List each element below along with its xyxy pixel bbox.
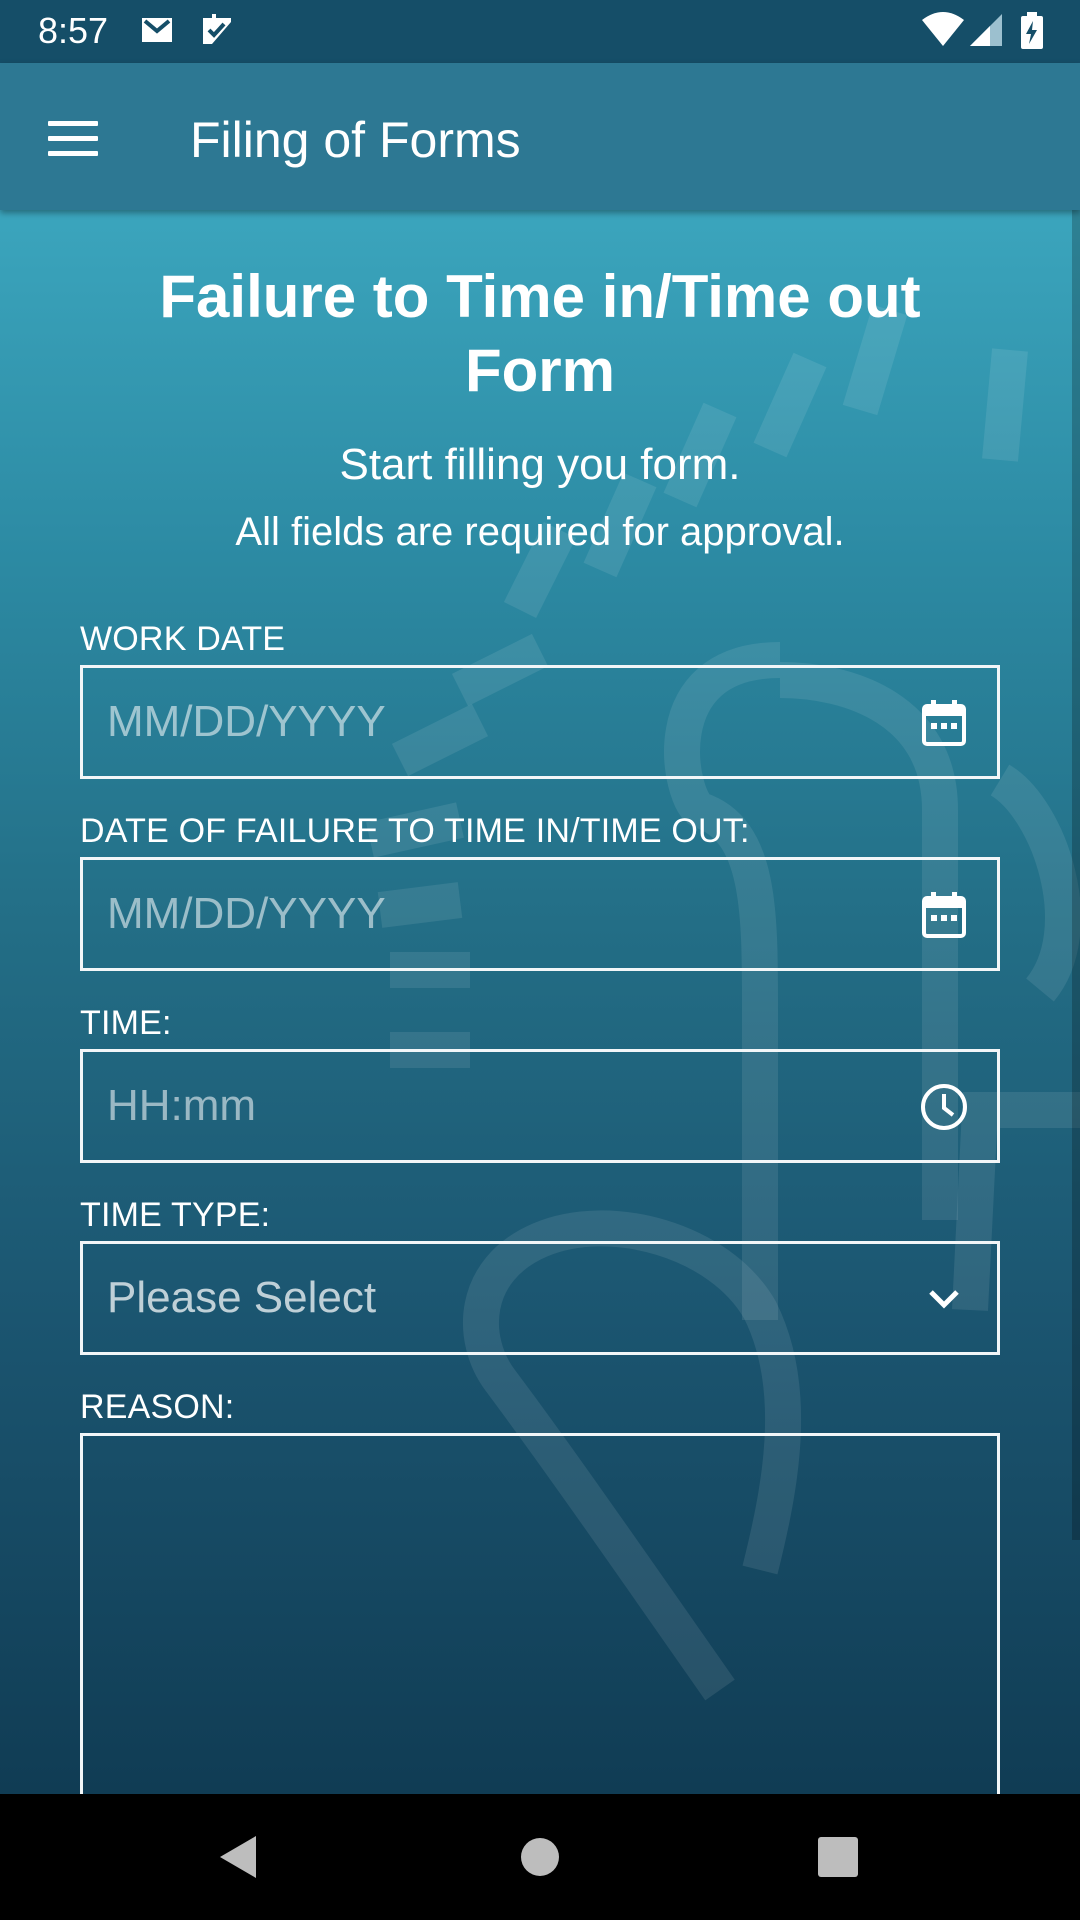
time-type-selected-value: Please Select (107, 1273, 377, 1322)
checkmark-notification-icon (203, 14, 231, 44)
app-bar: Filing of Forms (0, 63, 1080, 210)
chevron-down-icon[interactable] (919, 1274, 969, 1324)
work-date-label: WORK DATE (80, 620, 286, 658)
reason-label: REASON: (80, 1388, 235, 1426)
recents-square-icon[interactable] (813, 1832, 863, 1882)
hamburger-menu-icon[interactable] (32, 103, 112, 173)
failure-date-placeholder: MM/DD/YYYY (107, 889, 386, 938)
time-field[interactable]: HH:mm (80, 1049, 1000, 1163)
time-label: TIME: (80, 1004, 172, 1042)
status-bar: 8:57 (0, 0, 1080, 63)
home-circle-icon[interactable] (515, 1832, 565, 1882)
scrollbar[interactable] (1072, 210, 1080, 1540)
form-subtitle: Start filling you form. (339, 440, 741, 489)
navigation-bar (0, 1794, 1080, 1920)
app-bar-title: Filing of Forms (190, 112, 521, 168)
calendar-icon[interactable] (919, 890, 969, 940)
clock-icon[interactable] (919, 1082, 969, 1132)
time-type-label: TIME TYPE: (80, 1196, 271, 1234)
form-content[interactable]: Failure to Time in/Time out Form Start f… (0, 210, 1080, 1794)
work-date-placeholder: MM/DD/YYYY (107, 697, 386, 746)
screen: 8:57 Filing of Forms Failure to Time in/… (0, 0, 1080, 1920)
battery-charging-icon (1021, 12, 1043, 49)
time-type-select[interactable]: Please Select (80, 1241, 1000, 1355)
wifi-icon (922, 12, 964, 46)
status-time: 8:57 (38, 10, 109, 51)
form-requirement-note: All fields are required for approval. (235, 510, 845, 554)
reason-textarea[interactable] (80, 1433, 1000, 1794)
time-placeholder: HH:mm (107, 1081, 257, 1130)
failure-date-label: DATE OF FAILURE TO TIME IN/TIME OUT: (80, 812, 750, 850)
cell-signal-icon (970, 14, 1002, 46)
calendar-icon[interactable] (919, 698, 969, 748)
form-title: Failure to Time in/Time out Form (159, 263, 921, 404)
work-date-field[interactable]: MM/DD/YYYY (80, 665, 1000, 779)
failure-date-field[interactable]: MM/DD/YYYY (80, 857, 1000, 971)
gmail-icon (142, 18, 172, 42)
back-triangle-icon[interactable] (216, 1832, 266, 1882)
